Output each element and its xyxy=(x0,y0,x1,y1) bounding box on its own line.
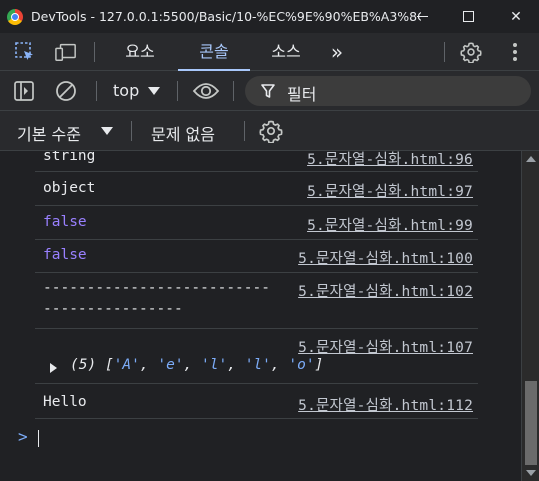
array-sep: , xyxy=(270,357,289,373)
row-divider xyxy=(35,205,478,206)
gear-icon[interactable] xyxy=(460,41,482,63)
tab-sources[interactable]: 소스 xyxy=(252,33,320,71)
chrome-logo-icon xyxy=(7,8,23,25)
divider xyxy=(131,121,132,141)
maximize-button[interactable] xyxy=(445,0,491,33)
filter-funnel-icon xyxy=(261,84,275,98)
array-bracket: [ xyxy=(104,357,114,373)
sidebar-toggle-icon[interactable] xyxy=(13,80,35,102)
close-button[interactable]: ✕ xyxy=(493,0,539,33)
scroll-up-arrow-icon[interactable] xyxy=(526,156,536,162)
chevron-double-right-icon: » xyxy=(330,40,344,64)
log-level-bar: 기본 수준 문제 없음 xyxy=(0,111,539,151)
console-scrollbar[interactable] xyxy=(521,151,539,481)
close-icon: ✕ xyxy=(510,8,522,25)
log-message-wrap: ---------------- xyxy=(43,301,183,317)
expand-triangle-icon[interactable] xyxy=(50,363,57,373)
inspect-element-icon[interactable] xyxy=(14,41,36,63)
filter-placeholder: 필터 xyxy=(287,85,317,104)
divider xyxy=(244,121,245,141)
divider xyxy=(96,81,97,101)
devtools-tabbar: 요소 콘솔 소스 » xyxy=(0,33,539,71)
array-sep: , xyxy=(139,357,158,373)
tab-label: 콘솔 xyxy=(199,42,229,61)
divider xyxy=(177,81,178,101)
context-label: top xyxy=(113,81,140,100)
tab-console[interactable]: 콘솔 xyxy=(178,33,250,71)
log-message-boolean: false xyxy=(43,214,87,230)
array-item: 'e' xyxy=(157,357,184,373)
console-input-cursor[interactable] xyxy=(38,430,39,447)
tab-label: 요소 xyxy=(125,42,155,61)
array-item: 'l' xyxy=(201,357,228,373)
row-divider xyxy=(35,171,478,172)
kebab-menu-icon[interactable] xyxy=(504,41,526,63)
console-settings-gear-icon[interactable] xyxy=(259,119,283,143)
array-item: 'A' xyxy=(113,357,140,373)
row-divider xyxy=(35,239,478,240)
array-count: (5) xyxy=(70,357,97,373)
divider xyxy=(233,81,234,101)
row-divider xyxy=(35,383,478,384)
row-divider xyxy=(35,418,478,419)
log-source-link[interactable]: 5.문자열-심화.html:100 xyxy=(298,247,473,268)
more-tabs-button[interactable]: » xyxy=(320,33,354,71)
issues-label[interactable]: 문제 없음 xyxy=(151,121,215,145)
minimize-icon xyxy=(416,16,428,17)
array-sep: , xyxy=(183,357,202,373)
array-bracket: ] xyxy=(314,357,324,373)
minimize-button[interactable] xyxy=(399,0,445,33)
divider xyxy=(94,42,95,62)
caret-down-icon xyxy=(148,87,160,95)
scroll-down-arrow-icon[interactable] xyxy=(526,470,536,476)
array-preview[interactable]: (5) ['A', 'e', 'l', 'l', 'o'] xyxy=(70,357,323,373)
device-toolbar-icon[interactable] xyxy=(55,41,77,63)
array-item: 'o' xyxy=(288,357,315,373)
log-source-link[interactable]: 5.문자열-심화.html:112 xyxy=(298,394,473,415)
log-level-label: 기본 수준 xyxy=(17,125,81,144)
log-source-link[interactable]: 5.문자열-심화.html:102 xyxy=(298,280,473,301)
eye-icon[interactable] xyxy=(192,82,220,100)
maximize-icon xyxy=(462,11,474,22)
filter-input[interactable]: 필터 xyxy=(245,76,531,106)
log-source-link[interactable]: 5.문자열-심화.html:107 xyxy=(298,336,473,357)
caret-down-icon xyxy=(101,127,113,135)
log-message-boolean: false xyxy=(43,247,87,263)
log-message: Hello xyxy=(43,394,87,410)
log-message: string xyxy=(43,151,96,164)
scrollbar-thumb[interactable] xyxy=(525,381,537,465)
log-source-link[interactable]: 5.문자열-심화.html:96 xyxy=(307,151,473,169)
array-sep: , xyxy=(227,357,245,373)
log-source-link[interactable]: 5.문자열-심화.html:99 xyxy=(307,214,473,235)
clear-console-icon[interactable] xyxy=(55,80,77,102)
array-item: 'l' xyxy=(244,357,271,373)
divider xyxy=(444,42,445,62)
window-title: DevTools - 127.0.0.1:5500/Basic/10-%EC%9… xyxy=(31,9,421,24)
console-toolbar: top 필터 xyxy=(0,71,539,111)
log-source-link[interactable]: 5.문자열-심화.html:97 xyxy=(307,180,473,201)
console-prompt-icon: > xyxy=(18,427,28,446)
window-titlebar: DevTools - 127.0.0.1:5500/Basic/10-%EC%9… xyxy=(0,0,539,33)
row-divider xyxy=(35,272,478,273)
tab-label: 소스 xyxy=(271,42,301,61)
log-message: object xyxy=(43,180,96,196)
log-message: -------------------------- xyxy=(43,280,270,296)
tab-elements[interactable]: 요소 xyxy=(106,33,174,71)
console-log[interactable]: string 5.문자열-심화.html:96 object 5.문자열-심화.… xyxy=(0,151,521,481)
row-divider xyxy=(35,328,478,329)
